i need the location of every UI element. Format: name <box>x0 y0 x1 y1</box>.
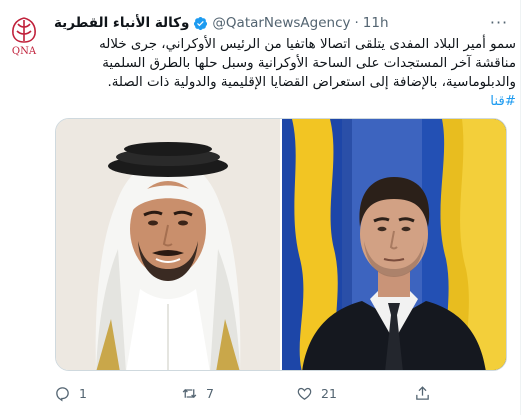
qna-logo-text: QNA <box>12 46 37 57</box>
reply-button[interactable]: 1 <box>54 385 87 402</box>
like-count: 21 <box>321 385 337 401</box>
tweet-timestamp[interactable]: 11h <box>363 15 389 31</box>
like-button[interactable]: 21 <box>296 385 337 402</box>
share-button[interactable] <box>414 385 431 402</box>
display-name[interactable]: وكالة الأنباء القطرية <box>54 15 189 31</box>
share-icon <box>416 385 429 400</box>
like-icon <box>297 387 312 400</box>
retweet-button[interactable]: 7 <box>181 385 214 402</box>
tweet-actions-bar: 1 7 21 <box>48 380 508 406</box>
verified-badge-icon <box>193 16 208 31</box>
photo-left[interactable] <box>56 119 280 370</box>
reply-count: 1 <box>79 385 87 401</box>
tweet-text-line: سمو أمير البلاد المفدى يتلقى اتصالا هاتف… <box>99 37 516 52</box>
tweet-text: سمو أمير البلاد المفدى يتلقى اتصالا هاتف… <box>54 35 516 111</box>
reply-icon <box>56 386 69 401</box>
tweet-card[interactable]: QNA وكالة الأنباء القطرية @QatarNewsAgen… <box>0 0 521 415</box>
retweet-count: 7 <box>206 385 214 401</box>
retweet-icon <box>182 388 197 398</box>
tweet-text-line: مناقشة آخر المستجدات على الساحة الأوكران… <box>102 56 516 71</box>
user-handle[interactable]: @QatarNewsAgency <box>212 15 350 31</box>
hashtag-link[interactable]: #قنا <box>490 94 516 109</box>
tweet-text-line: والدبلوماسية، بالإضافة إلى استعراض القضا… <box>107 75 516 90</box>
more-options-icon[interactable]: ··· <box>488 12 510 32</box>
tweet-media-grid <box>55 118 507 371</box>
photo-right[interactable] <box>282 119 506 370</box>
qna-logo-avatar[interactable]: QNA <box>6 14 42 58</box>
separator-dot: · <box>354 15 359 31</box>
tweet-header: وكالة الأنباء القطرية @QatarNewsAgency ·… <box>54 13 484 33</box>
